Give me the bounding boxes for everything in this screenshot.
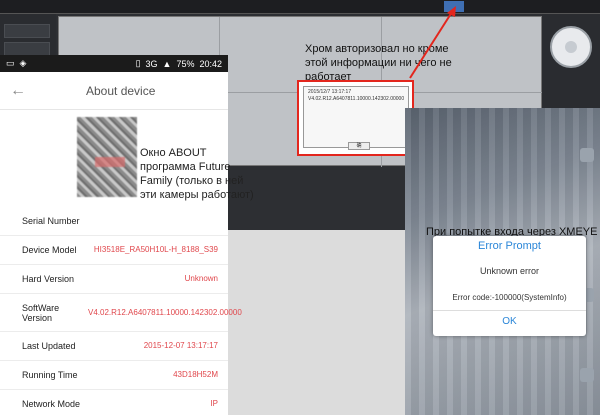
desktop-toolbar bbox=[0, 0, 600, 14]
chrome-annotation: Хром авторизовал но кроме этой информаци… bbox=[305, 43, 452, 83]
list-item: Serial Number bbox=[0, 207, 228, 236]
info-highlight-box: 2015/12/7 13:17:17 V4.02.R12.A6407811.10… bbox=[297, 80, 414, 156]
device-info-list: Serial Number Device Model HI3518E_RA50H… bbox=[0, 207, 242, 415]
app-icon[interactable] bbox=[580, 368, 594, 382]
row-value: HI3518E_RA50H10L-H_8188_S39 bbox=[93, 245, 218, 254]
row-label: SoftWare Version bbox=[22, 302, 60, 323]
row-label: Serial Number bbox=[22, 216, 80, 226]
network-type: 3G bbox=[145, 58, 158, 69]
list-item: Running Time 43D18H52M bbox=[0, 361, 228, 390]
clock: 20:42 bbox=[199, 58, 222, 69]
device-tile[interactable] bbox=[4, 42, 50, 56]
ptz-label-1[interactable] bbox=[546, 76, 598, 86]
row-value: 2015-12-07 13:17:17 bbox=[143, 341, 218, 350]
row-value: Unknown bbox=[184, 274, 218, 283]
info-line: V4.02.R12.A6407811.10000.142302.00000 bbox=[308, 95, 405, 102]
page-title: About device bbox=[86, 83, 156, 98]
list-item: SoftWare Version V4.02.R12.A6407811.1000… bbox=[0, 294, 242, 332]
signal-icon: ▲ bbox=[162, 58, 172, 69]
toolbar-button-1[interactable] bbox=[444, 1, 464, 12]
screenshot-collage: Хром авторизовал но кроме этой информаци… bbox=[0, 0, 600, 415]
divider bbox=[433, 310, 586, 311]
device-info-dialog: 2015/12/7 13:17:17 V4.02.R12.A6407811.10… bbox=[303, 86, 409, 150]
error-code: Error code:-100000(SystemInfo) bbox=[452, 293, 567, 302]
status-bar: ▭ ◈ ▯ 3G ▲ 75% 20:42 bbox=[0, 55, 228, 72]
row-label: Device Model bbox=[22, 245, 77, 255]
list-item: Device Model HI3518E_RA50H10L-H_8188_S39 bbox=[0, 236, 228, 265]
vibrate-icon: ▯ bbox=[135, 58, 141, 68]
info-ok-button[interactable]: 确 bbox=[348, 142, 370, 150]
blurred-qr-image bbox=[77, 117, 137, 197]
row-label: Running Time bbox=[22, 370, 78, 380]
battery-level: 75% bbox=[176, 58, 195, 69]
app-bar: ← About device bbox=[0, 72, 228, 110]
notification-icon: ▭ bbox=[6, 58, 15, 68]
back-arrow-icon[interactable]: ← bbox=[0, 82, 36, 100]
error-title: Error Prompt bbox=[478, 240, 541, 252]
about-annotation: Окно ABOUT программа Future Family (толь… bbox=[140, 147, 254, 201]
device-tile[interactable] bbox=[4, 24, 50, 38]
list-item: Network Mode IP bbox=[0, 390, 228, 415]
error-message: Unknown error bbox=[479, 266, 540, 276]
row-label: Hard Version bbox=[22, 274, 75, 284]
row-label: Last Updated bbox=[22, 341, 76, 351]
android-icon: ◈ bbox=[19, 58, 27, 68]
phone-about-screen: ▭ ◈ ▯ 3G ▲ 75% 20:42 ← About device Окно… bbox=[0, 55, 254, 415]
list-item: Last Updated 2015-12-07 13:17:17 bbox=[0, 332, 228, 361]
row-value: V4.02.R12.A6407811.10000.142302.00000 bbox=[88, 307, 242, 317]
ok-button[interactable]: OK bbox=[433, 316, 586, 327]
row-label: Network Mode bbox=[22, 399, 81, 409]
ptz-label-2[interactable] bbox=[546, 90, 598, 100]
ptz-joystick[interactable] bbox=[550, 26, 592, 68]
list-item: Hard Version Unknown bbox=[0, 265, 228, 294]
app-icon[interactable] bbox=[580, 148, 594, 162]
row-value: IP bbox=[210, 399, 218, 408]
toolbar-button-2[interactable] bbox=[480, 1, 500, 12]
error-dialog: Error Prompt Unknown error Error code:-1… bbox=[433, 236, 586, 336]
ptz-center-button[interactable] bbox=[565, 41, 577, 53]
row-value: 43D18H52M bbox=[173, 370, 218, 379]
